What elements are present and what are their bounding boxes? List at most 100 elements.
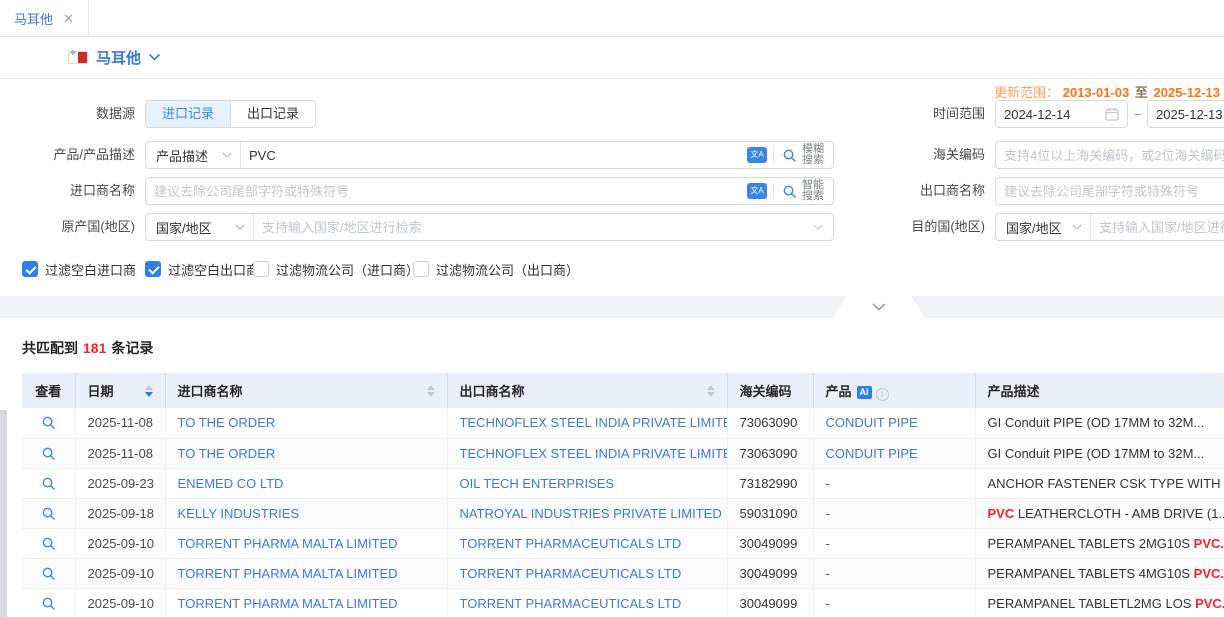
exporter-link[interactable]: TECHNOFLEX STEEL INDIA PRIVATE LIMITED [460, 446, 728, 461]
ai-badge: AI [857, 386, 872, 399]
date-cell: 2025-09-10 [88, 596, 155, 611]
exporter-control [995, 177, 1224, 205]
importer-link[interactable]: TO THE ORDER [178, 446, 276, 461]
chevron-down-icon [872, 303, 886, 311]
view-record-button[interactable] [22, 589, 75, 617]
table-row: 2025-09-10 TORRENT PHARMA MALTA LIMITED … [22, 558, 1224, 588]
checkbox-icon[interactable] [145, 261, 161, 277]
search-icon [41, 506, 56, 521]
collapse-panel-handle[interactable] [833, 296, 925, 318]
exporter-link[interactable]: TORRENT PHARMACEUTICALS LTD [460, 596, 682, 611]
date-to-input[interactable]: 2025-12-13 [1147, 100, 1224, 128]
destination-input[interactable] [1091, 220, 1224, 235]
filter-blank-importer-checkbox[interactable]: 过滤空白进口商 [22, 260, 136, 278]
info-icon[interactable]: i [876, 388, 889, 401]
hs-code-cell: 73182990 [740, 476, 798, 491]
exporter-link[interactable]: TORRENT PHARMACEUTICALS LTD [460, 566, 682, 581]
destination-label: 目的国(地区) [860, 213, 985, 241]
chevron-down-icon[interactable] [149, 54, 160, 61]
product-search-input[interactable] [241, 148, 741, 163]
chevron-down-icon [222, 152, 232, 158]
checkbox-icon[interactable] [22, 261, 38, 277]
product-search-control: 产品描述 文A 模糊搜索 [145, 141, 834, 169]
exporter-input[interactable] [996, 184, 1224, 199]
translate-icon[interactable]: 文A [747, 147, 767, 163]
importer-link[interactable]: TORRENT PHARMA MALTA LIMITED [178, 536, 398, 551]
search-icon [41, 566, 56, 581]
origin-control: 国家/地区 [145, 213, 834, 241]
hs-code-cell: 59031090 [740, 506, 798, 521]
column-view: 查看 [22, 373, 75, 408]
fuzzy-search-button[interactable]: 模糊搜索 [774, 144, 833, 166]
description-cell: GI Conduit PIPE (OD 17MM to 32M... [988, 415, 1205, 430]
table-row: 2025-11-08 TO THE ORDER TECHNOFLEX STEEL… [22, 438, 1224, 468]
sort-icon-exporter[interactable] [707, 385, 715, 397]
importer-link[interactable]: TORRENT PHARMA MALTA LIMITED [178, 596, 398, 611]
tab-close-icon[interactable]: ✕ [63, 12, 74, 25]
hs-code-cell: 73063090 [740, 446, 798, 461]
column-product: 产品AIi [813, 373, 975, 408]
filter-logistics-exporter-checkbox[interactable]: 过滤物流公司（出口商） [413, 260, 579, 278]
product-link[interactable]: CONDUIT PIPE [826, 446, 918, 461]
sort-icon-importer[interactable] [427, 385, 435, 397]
export-records-tab[interactable]: 出口记录 [230, 101, 315, 127]
description-cell: PERAMPANEL TABLETS 4MG10S PVC... [988, 566, 1224, 581]
time-range-label: 时间范围 [860, 100, 985, 128]
importer-link[interactable]: TORRENT PHARMA MALTA LIMITED [178, 566, 398, 581]
importer-link[interactable]: KELLY INDUSTRIES [178, 506, 300, 521]
table-row: 2025-09-23 ENEMED CO LTD OIL TECH ENTERP… [22, 468, 1224, 498]
destination-control: 国家/地区 [995, 213, 1224, 241]
chevron-down-icon [1072, 224, 1082, 230]
filter-panel-footer [0, 296, 1224, 318]
view-record-button[interactable] [22, 499, 75, 528]
description-cell: PERAMPANEL TABLETL2MG LOS PVC... [988, 596, 1224, 611]
checkbox-icon[interactable] [413, 261, 429, 277]
table-row: 2025-11-08 TO THE ORDER TECHNOFLEX STEEL… [22, 408, 1224, 438]
filter-logistics-importer-checkbox[interactable]: 过滤物流公司（进口商） [253, 260, 419, 278]
chevron-down-icon[interactable] [813, 224, 823, 230]
view-record-button[interactable] [22, 469, 75, 498]
description-cell: ANCHOR FASTENER CSK TYPE WITH ... [988, 476, 1224, 491]
country-header: ✚ 马耳他 [0, 37, 1224, 79]
importer-link[interactable]: TO THE ORDER [178, 415, 276, 430]
checkbox-icon[interactable] [253, 261, 269, 277]
view-record-button[interactable] [22, 439, 75, 468]
view-record-button[interactable] [22, 559, 75, 588]
product-link[interactable]: CONDUIT PIPE [826, 415, 918, 430]
origin-type-select[interactable]: 国家/地区 [146, 214, 254, 240]
translate-icon[interactable]: 文A [747, 183, 767, 199]
importer-link[interactable]: ENEMED CO LTD [178, 476, 284, 491]
george-cross-icon: ✚ [70, 49, 76, 57]
results-count: 181 [83, 340, 106, 356]
date-cell: 2025-11-08 [88, 446, 154, 461]
exporter-link[interactable]: NATROYAL INDUSTRIES PRIVATE LIMITED [460, 506, 722, 521]
table-row: 2025-09-18 KELLY INDUSTRIES NATROYAL IND… [22, 498, 1224, 528]
view-record-button[interactable] [22, 529, 75, 558]
smart-search-button[interactable]: 智能搜索 [774, 180, 833, 202]
product-cell: - [826, 506, 830, 521]
tab-bar: 马耳他 ✕ [0, 0, 1224, 37]
search-icon [41, 536, 56, 551]
date-from-input[interactable]: 2024-12-14 [995, 100, 1128, 128]
search-icon [41, 446, 56, 461]
product-field-select[interactable]: 产品描述 [146, 142, 241, 168]
table-header-row: 查看 日期 进口商名称 出口商名称 海关编码 [22, 373, 1224, 408]
filter-blank-exporter-checkbox[interactable]: 过滤空白出口商 [145, 260, 259, 278]
description-cell: PERAMPANEL TABLETS 2MG10S PVC... [988, 536, 1224, 551]
destination-type-select[interactable]: 国家/地区 [996, 214, 1091, 240]
view-record-button[interactable] [22, 408, 75, 438]
exporter-link[interactable]: OIL TECH ENTERPRISES [460, 476, 615, 491]
importer-input[interactable] [146, 184, 741, 199]
tab-malta[interactable]: 马耳他 ✕ [0, 0, 89, 36]
hs-code-input[interactable] [996, 148, 1224, 163]
exporter-link[interactable]: TORRENT PHARMACEUTICALS LTD [460, 536, 682, 551]
origin-input[interactable] [254, 220, 813, 235]
exporter-link[interactable]: TECHNOFLEX STEEL INDIA PRIVATE LIMITED [460, 415, 728, 430]
left-scroll-strip[interactable] [0, 410, 7, 617]
search-icon [782, 148, 797, 163]
date-cell: 2025-09-10 [88, 536, 155, 551]
import-records-tab[interactable]: 进口记录 [146, 101, 230, 127]
sort-icon-date[interactable] [145, 385, 153, 397]
date-cell: 2025-11-08 [88, 415, 154, 430]
column-hs-code: 海关编码 [727, 373, 813, 408]
